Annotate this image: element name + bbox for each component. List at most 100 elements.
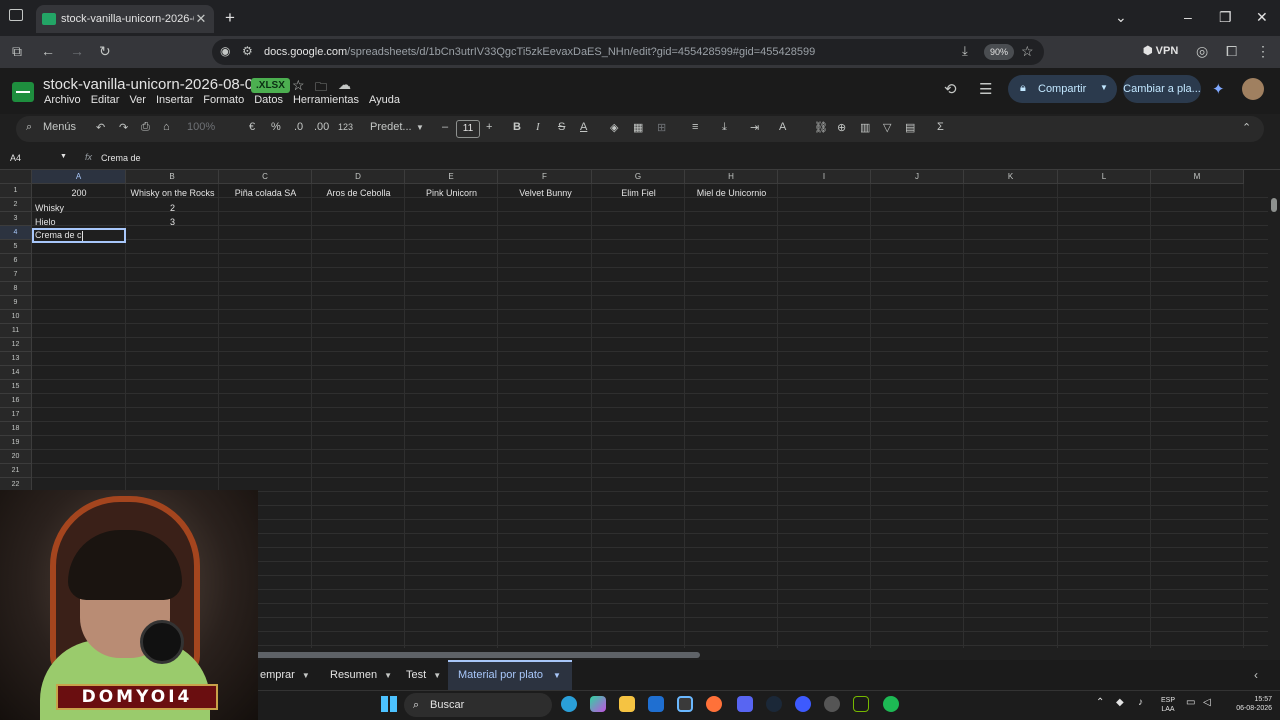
more-menu-icon[interactable]: ⋮ [1256,43,1270,60]
star-icon[interactable]: ☆ [292,77,305,94]
bold-icon[interactable]: B [513,121,521,133]
percent-format-button[interactable]: % [271,121,281,133]
cell-f1[interactable]: Velvet Bunny [499,186,592,200]
row-header-17[interactable]: 17 [0,408,32,422]
row-header-14[interactable]: 14 [0,366,32,380]
font-select[interactable]: Predet... [370,121,412,133]
row-header-3[interactable]: 3 [0,212,32,226]
tab-search-chevron-icon[interactable]: ⌄ [1115,9,1127,26]
column-header-i[interactable]: I [778,170,871,184]
paint-format-icon[interactable]: ⌂ [163,121,170,133]
row-header-13[interactable]: 13 [0,352,32,366]
align-horizontal-icon[interactable]: ≡ [692,121,698,133]
extensions-icon[interactable]: ⧠ [1226,43,1237,60]
italic-icon[interactable]: I [536,121,540,133]
menu-ver[interactable]: Ver [129,94,146,106]
close-tab-icon[interactable]: ✕ [194,11,208,27]
vertical-scrollbar[interactable] [1268,170,1280,648]
chevron-down-icon[interactable]: ▼ [384,671,392,680]
steam-icon[interactable] [766,696,782,712]
cell-e1[interactable]: Pink Unicorn [405,186,498,200]
row-header-18[interactable]: 18 [0,422,32,436]
copilot-icon[interactable] [590,696,606,712]
currency-format-button[interactable]: € [249,121,255,133]
cell-h1[interactable]: Miel de Unicornio [685,186,778,200]
bookmark-star-icon[interactable]: ☆ [1021,43,1034,60]
search-menus-label[interactable]: Menús [43,121,76,133]
tray-overflow-icon[interactable]: ⌃ [1096,698,1104,708]
formula-input[interactable]: Crema de [101,153,141,163]
cell-g1[interactable]: Elim Fiel [592,186,685,200]
row-header-5[interactable]: 5 [0,240,32,254]
cell-c1[interactable]: Piña colada SA [219,186,312,200]
edge-icon[interactable] [561,696,577,712]
filter-views-icon[interactable]: ▤ [905,121,915,134]
tray-mic-icon[interactable]: ♪ [1138,698,1143,708]
sheet-tab-emprar[interactable]: emprar ▼ [260,669,310,681]
cell-a2[interactable]: Whisky [35,201,125,215]
cell-a3[interactable]: Hielo [35,215,125,229]
strikethrough-icon[interactable]: S [558,121,565,133]
version-history-icon[interactable]: ⟲ [944,80,957,98]
reload-icon[interactable]: ↻ [99,43,111,60]
increase-decimal-button[interactable]: .00 [314,121,329,133]
name-box[interactable]: A4 [10,153,21,163]
increase-font-size-icon[interactable]: + [486,121,492,133]
vertical-scroll-thumb[interactable] [1271,198,1277,212]
menu-formato[interactable]: Formato [203,94,244,106]
text-rotation-icon[interactable]: A [779,121,786,133]
share-dropdown-icon[interactable]: ▼ [1100,83,1108,92]
sheet-tab-test[interactable]: Test ▼ [406,669,441,681]
nvidia-icon[interactable] [853,696,869,712]
gemini-icon[interactable]: ✦ [1212,80,1225,98]
settings-icon[interactable] [824,696,840,712]
horizontal-scroll-thumb[interactable] [200,652,700,658]
row-header-11[interactable]: 11 [0,324,32,338]
comments-icon[interactable]: ☰ [979,80,992,98]
row-header-6[interactable]: 6 [0,254,32,268]
avatar[interactable] [1242,78,1264,100]
column-header-a[interactable]: A [32,170,126,184]
cell-b1[interactable]: Whisky on the Rocks [126,186,219,200]
clock[interactable]: 15:57 06-08-2026 [1222,695,1272,713]
row-header-15[interactable]: 15 [0,380,32,394]
row-header-21[interactable]: 21 [0,464,32,478]
menu-ayuda[interactable]: Ayuda [369,94,400,106]
document-title[interactable]: stock-vanilla-unicorn-2026-08-05 [43,76,261,93]
undo-icon[interactable]: ↶ [96,121,105,134]
spotify-icon[interactable] [883,696,899,712]
tune-icon[interactable]: ⚙ [242,44,253,58]
zoom-indicator[interactable]: 90% [984,44,1014,60]
search-menus-icon[interactable]: ⌕ [26,121,32,134]
cell-b2[interactable]: 2 [126,201,219,215]
column-header-c[interactable]: C [219,170,312,184]
store-icon[interactable] [677,696,693,712]
menu-herramientas[interactable]: Herramientas [293,94,359,106]
select-all-corner[interactable] [0,170,32,184]
cell-b3[interactable]: 3 [126,215,219,229]
row-header-9[interactable]: 9 [0,296,32,310]
sheets-logo-icon[interactable] [12,82,34,102]
chevron-down-icon[interactable]: ▼ [553,671,561,680]
text-wrapping-icon[interactable]: ⇥ [750,121,759,134]
row-header-16[interactable]: 16 [0,394,32,408]
tray-display-icon[interactable]: ▭ [1186,698,1195,708]
tab-actions-icon[interactable] [9,9,23,21]
row-header-19[interactable]: 19 [0,436,32,450]
column-header-d[interactable]: D [312,170,405,184]
menu-editar[interactable]: Editar [91,94,120,106]
close-window-icon[interactable]: ✕ [1256,9,1268,26]
outlook-icon[interactable] [648,696,664,712]
menu-datos[interactable]: Datos [254,94,283,106]
column-header-g[interactable]: G [592,170,685,184]
ea-icon[interactable] [795,696,811,712]
insert-link-icon[interactable]: ⛓ [814,121,828,134]
insert-chart-icon[interactable]: ▥ [860,121,870,134]
discord-icon[interactable] [737,696,753,712]
tray-volume-icon[interactable]: ◁ [1203,698,1211,708]
column-header-f[interactable]: F [498,170,592,184]
column-header-b[interactable]: B [126,170,219,184]
collapse-toolbar-icon[interactable]: ⌃ [1242,121,1251,134]
sheet-tab-resumen[interactable]: Resumen ▼ [330,669,392,681]
column-header-e[interactable]: E [405,170,498,184]
